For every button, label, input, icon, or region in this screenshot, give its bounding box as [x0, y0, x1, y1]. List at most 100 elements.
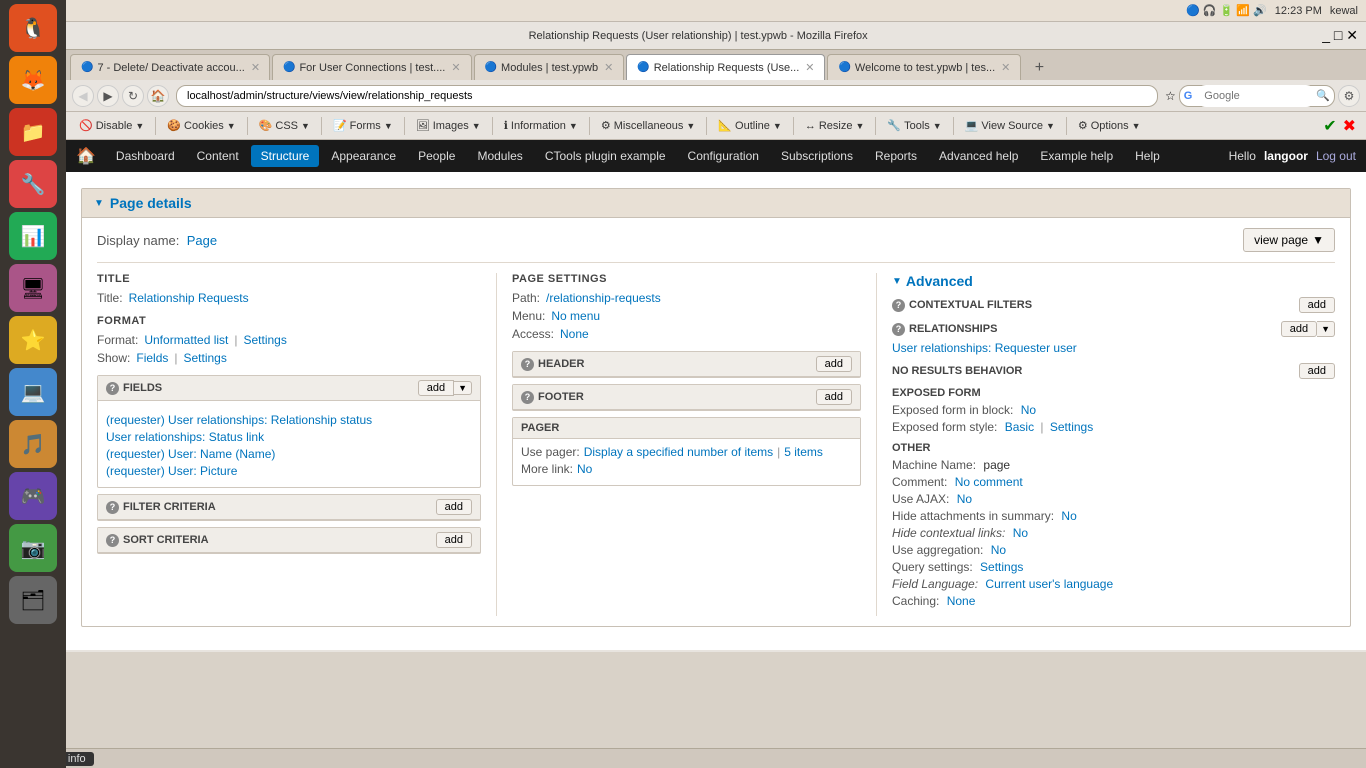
pager-more-value[interactable]: No [577, 462, 592, 476]
dock-icon-app2[interactable]: 📁 [9, 108, 57, 156]
hide-contextual-value[interactable]: No [1013, 526, 1028, 540]
header-add-button[interactable]: add [816, 356, 852, 372]
new-tab-button[interactable]: + [1027, 56, 1051, 80]
show-fields-link[interactable]: Fields [136, 351, 168, 365]
forms-button[interactable]: 📝 Forms ▼ [326, 116, 400, 135]
cookies-button[interactable]: 🍪 Cookies ▼ [160, 116, 242, 135]
fields-help-icon[interactable]: ? [106, 382, 119, 395]
nav-ctools[interactable]: CTools plugin example [535, 145, 676, 167]
nav-example-help[interactable]: Example help [1030, 145, 1123, 167]
bookmark-star[interactable]: ☆ [1165, 89, 1176, 103]
outline-button[interactable]: 📐 Outline ▼ [711, 116, 788, 135]
footer-help-icon[interactable]: ? [521, 391, 534, 404]
advanced-title[interactable]: Advanced [906, 273, 973, 289]
options-button[interactable]: ⚙ Options ▼ [1071, 116, 1148, 135]
dock-icon-app3[interactable]: 🔧 [9, 160, 57, 208]
check-icon[interactable]: ✔ [1323, 116, 1336, 136]
error-icon[interactable]: ✖ [1343, 116, 1356, 136]
comment-value[interactable]: No comment [955, 475, 1023, 489]
filter-add-button[interactable]: add [436, 499, 472, 515]
relationships-help-icon[interactable]: ? [892, 323, 905, 336]
refresh-button[interactable]: ↻ [122, 85, 144, 107]
dock-icon-app6[interactable]: ⭐ [9, 316, 57, 364]
relationships-value[interactable]: User relationships: Requester user [892, 341, 1077, 355]
dock-icon-app9[interactable]: 🎮 [9, 472, 57, 520]
menu-value[interactable]: No menu [551, 309, 600, 323]
field-language-value[interactable]: Current user's language [985, 577, 1113, 591]
logout-link[interactable]: Log out [1316, 149, 1356, 163]
title-value[interactable]: Relationship Requests [129, 291, 249, 305]
sort-help-icon[interactable]: ? [106, 534, 119, 547]
relationships-add-arrow[interactable]: ▼ [1317, 321, 1335, 337]
nav-advanced-help[interactable]: Advanced help [929, 145, 1028, 167]
relationships-add-button[interactable]: add [1281, 321, 1317, 337]
header-help-icon[interactable]: ? [521, 358, 534, 371]
nav-appearance[interactable]: Appearance [321, 145, 406, 167]
images-button[interactable]: 🖼 Images ▼ [409, 116, 488, 135]
field-item-4[interactable]: (requester) User: Picture [106, 464, 472, 478]
display-name-value[interactable]: Page [187, 233, 217, 248]
nav-help[interactable]: Help [1125, 145, 1170, 167]
show-settings-link[interactable]: Settings [184, 351, 227, 365]
nav-dashboard[interactable]: Dashboard [106, 145, 185, 167]
dock-icon-firefox[interactable]: 🦊 [9, 56, 57, 104]
tab-4-close[interactable]: ✕ [805, 61, 814, 74]
tab-3-close[interactable]: ✕ [604, 61, 613, 74]
use-ajax-value[interactable]: No [957, 492, 972, 506]
field-item-2[interactable]: User relationships: Status link [106, 430, 472, 444]
sort-add-button[interactable]: add [436, 532, 472, 548]
nav-modules[interactable]: Modules [467, 145, 532, 167]
tab-5-close[interactable]: ✕ [1001, 61, 1010, 74]
dock-icon-ubuntu[interactable]: 🐧 [9, 4, 57, 52]
browser-tab-2[interactable]: 🔵 For User Connections | test.... ✕ [272, 54, 472, 80]
resize-button[interactable]: ↔ Resize ▼ [798, 117, 872, 135]
exposed-block-value[interactable]: No [1021, 403, 1036, 417]
tab-2-close[interactable]: ✕ [451, 61, 460, 74]
format-value[interactable]: Unformatted list [144, 333, 228, 347]
dock-icon-app11[interactable]: 🗂 [9, 576, 57, 624]
contextual-help-icon[interactable]: ? [892, 299, 905, 312]
miscellaneous-button[interactable]: ⚙ Miscellaneous ▼ [594, 116, 703, 135]
collapse-icon[interactable]: ▼ [94, 198, 104, 209]
no-results-add-button[interactable]: add [1299, 363, 1335, 379]
field-item-1[interactable]: (requester) User relationships: Relation… [106, 413, 472, 427]
css-button[interactable]: 🎨 CSS ▼ [252, 116, 317, 135]
information-button[interactable]: ℹ Information ▼ [497, 116, 585, 135]
nav-subscriptions[interactable]: Subscriptions [771, 145, 863, 167]
nav-structure[interactable]: Structure [251, 145, 320, 167]
use-aggregation-value[interactable]: No [991, 543, 1006, 557]
pager-count-link[interactable]: 5 items [784, 445, 823, 459]
browser-tab-1[interactable]: 🔵 7 - Delete/ Deactivate accou... ✕ [70, 54, 270, 80]
browser-tab-5[interactable]: 🔵 Welcome to test.ypwb | tes... ✕ [827, 54, 1021, 80]
fields-add-arrow[interactable]: ▼ [454, 381, 472, 395]
contextual-add-button[interactable]: add [1299, 297, 1335, 313]
dock-icon-app8[interactable]: 🎵 [9, 420, 57, 468]
exposed-settings-link[interactable]: Settings [1050, 420, 1093, 434]
dock-icon-app4[interactable]: 📊 [9, 212, 57, 260]
search-icon[interactable]: 🔍 [1316, 89, 1330, 102]
nav-content[interactable]: Content [187, 145, 249, 167]
field-item-3[interactable]: (requester) User: Name (Name) [106, 447, 472, 461]
caching-value[interactable]: None [947, 594, 976, 608]
browser-tab-3[interactable]: 🔵 Modules | test.ypwb ✕ [474, 54, 625, 80]
advanced-collapse[interactable]: ▼ [892, 276, 902, 287]
page-settings-button[interactable]: ⚙ [1338, 85, 1360, 107]
query-settings-value[interactable]: Settings [980, 560, 1023, 574]
nav-people[interactable]: People [408, 145, 465, 167]
pager-display-link[interactable]: Display a specified number of items [584, 445, 773, 459]
nav-reports[interactable]: Reports [865, 145, 927, 167]
google-search[interactable] [1196, 85, 1316, 107]
browser-tab-4[interactable]: 🔵 Relationship Requests (Use... ✕ [626, 54, 825, 80]
filter-help-icon[interactable]: ? [106, 501, 119, 514]
hide-attachments-value[interactable]: No [1061, 509, 1076, 523]
access-value[interactable]: None [560, 327, 589, 341]
nav-configuration[interactable]: Configuration [678, 145, 769, 167]
address-bar[interactable] [176, 85, 1158, 107]
format-settings-link[interactable]: Settings [244, 333, 287, 347]
back-button[interactable]: ◀ [72, 85, 94, 107]
path-value[interactable]: /relationship-requests [546, 291, 661, 305]
home-button[interactable]: 🏠 [147, 85, 169, 107]
dock-icon-app7[interactable]: 💻 [9, 368, 57, 416]
view-page-button[interactable]: view page ▼ [1243, 228, 1335, 252]
forward-button[interactable]: ▶ [97, 85, 119, 107]
